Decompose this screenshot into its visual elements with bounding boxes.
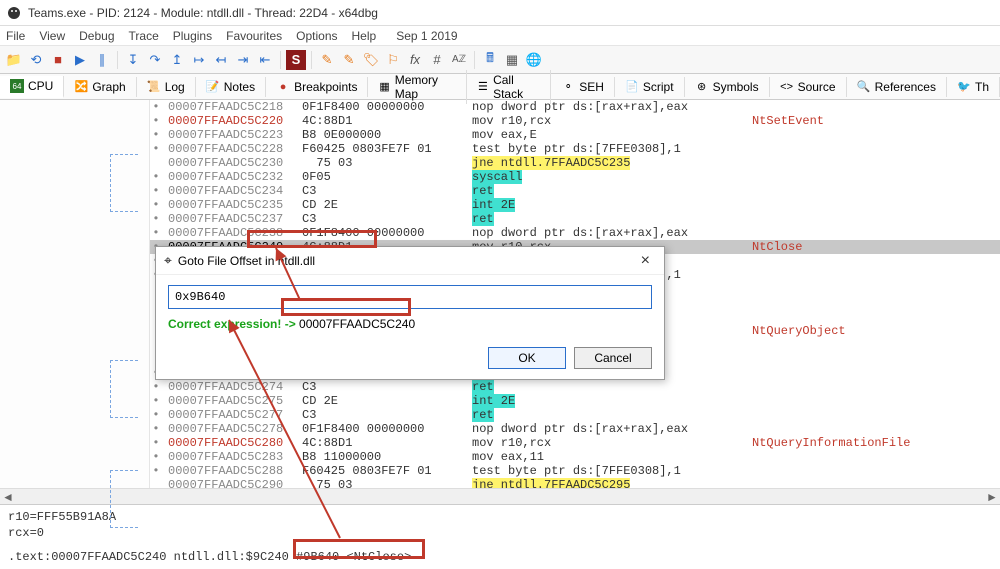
az-icon[interactable]: Aℤ — [449, 50, 469, 70]
window-title: Teams.exe - PID: 2124 - Module: ntdll.dl… — [28, 6, 378, 20]
tab-seh[interactable]: ⚬SEH — [551, 77, 615, 97]
tab-log[interactable]: 📜Log — [137, 77, 196, 97]
menu-view[interactable]: View — [39, 29, 65, 43]
title-bar: Teams.exe - PID: 2124 - Module: ntdll.dl… — [0, 0, 1000, 26]
separator — [280, 51, 281, 69]
patch-icon[interactable]: ✎ — [317, 50, 337, 70]
cancel-button[interactable]: Cancel — [574, 347, 652, 369]
separator — [474, 51, 475, 69]
bookmark-icon[interactable]: ⚐ — [383, 50, 403, 70]
menu-file[interactable]: File — [6, 29, 25, 43]
disasm-row[interactable]: •00007FFAADC5C275CD 2Eint 2E — [150, 394, 1000, 408]
disasm-row[interactable]: •00007FFAADC5C2804C:88D1mov r10,rcxNtQue… — [150, 436, 1000, 450]
tab-call-stack[interactable]: ☰Call Stack — [467, 70, 551, 104]
globe-icon[interactable]: 🌐 — [524, 50, 544, 70]
step-icon[interactable]: ↦ — [189, 50, 209, 70]
menu-help[interactable]: Help — [352, 29, 377, 43]
stop-icon[interactable]: ■ — [48, 50, 68, 70]
info-line-1: r10=FFF55B91A8A — [8, 509, 992, 525]
tab-cpu[interactable]: 64CPU — [0, 76, 64, 98]
menu-trace[interactable]: Trace — [129, 29, 159, 43]
disasm-row[interactable]: •00007FFAADC5C2780F1F8400 00000000nop dw… — [150, 422, 1000, 436]
disasm-row[interactable]: •00007FFAADC5C283B8 11000000mov eax,11 — [150, 450, 1000, 464]
menu-debug[interactable]: Debug — [79, 29, 114, 43]
info-line-3: .text:00007FFAADC5C240 ntdll.dll:$9C240 … — [8, 549, 992, 565]
disasm-row[interactable]: •00007FFAADC5C2320F05syscall — [150, 170, 1000, 184]
script-icon[interactable]: S — [286, 50, 306, 70]
menu-plugins[interactable]: Plugins — [173, 29, 212, 43]
run-icon[interactable]: ▶ — [70, 50, 90, 70]
disasm-row[interactable]: •00007FFAADC5C235CD 2Eint 2E — [150, 198, 1000, 212]
menu-options[interactable]: Options — [296, 29, 337, 43]
tab-breakpoints[interactable]: ●Breakpoints — [266, 77, 368, 97]
disasm-row[interactable]: •00007FFAADC5C274C3ret — [150, 380, 1000, 394]
disasm-row[interactable]: •00007FFAADC5C2180F1F8400 00000000nop dw… — [150, 100, 1000, 114]
tab-graph[interactable]: 🔀Graph — [64, 77, 136, 97]
disasm-row[interactable]: 00007FFAADC5C230 75 03jne ntdll.7FFAADC5… — [150, 156, 1000, 170]
step3-icon[interactable]: ⇥ — [233, 50, 253, 70]
disasm-row[interactable]: •00007FFAADC5C234C3ret — [150, 184, 1000, 198]
settings-icon[interactable]: ▦ — [502, 50, 522, 70]
goto-file-offset-dialog: ⌖ Goto File Offset in ntdll.dll × Correc… — [155, 246, 665, 380]
step-over-icon[interactable]: ↷ — [145, 50, 165, 70]
tab-source[interactable]: <>Source — [770, 77, 847, 97]
scroll-right-icon[interactable]: ► — [984, 490, 1000, 504]
calc-icon[interactable]: 🖩 — [480, 50, 500, 70]
close-icon[interactable]: × — [635, 252, 656, 270]
open-icon[interactable]: 📁 — [4, 50, 24, 70]
offset-input[interactable] — [168, 285, 652, 309]
separator — [117, 51, 118, 69]
menu-date: Sep 1 2019 — [396, 29, 457, 43]
gutter — [0, 100, 150, 488]
disasm-row[interactable]: •00007FFAADC5C2204C:88D1mov r10,rcxNtSet… — [150, 114, 1000, 128]
dialog-title: Goto File Offset in ntdll.dll — [178, 254, 315, 268]
tab-symbols[interactable]: ⊛Symbols — [685, 77, 770, 97]
label-icon[interactable]: 🏷 — [361, 50, 381, 70]
dialog-status: Correct expression! -> 00007FFAADC5C240 — [168, 317, 652, 331]
target-icon: ⌖ — [164, 252, 172, 269]
horizontal-scrollbar[interactable]: ◄ ► — [0, 488, 1000, 504]
step4-icon[interactable]: ⇤ — [255, 50, 275, 70]
hash-icon[interactable]: # — [427, 50, 447, 70]
app-icon — [6, 5, 22, 21]
info-line-2: rcx=0 — [8, 525, 992, 541]
tab-threads[interactable]: 🐦Th — [947, 77, 1000, 97]
step-into-icon[interactable]: ↧ — [123, 50, 143, 70]
restart-icon[interactable]: ⟲ — [26, 50, 46, 70]
dialog-title-bar[interactable]: ⌖ Goto File Offset in ntdll.dll × — [156, 247, 664, 275]
comment-icon[interactable]: ✎ — [339, 50, 359, 70]
separator — [311, 51, 312, 69]
tab-notes[interactable]: 📝Notes — [196, 77, 266, 97]
step-out-icon[interactable]: ↥ — [167, 50, 187, 70]
info-bar: r10=FFF55B91A8A rcx=0 .text:00007FFAADC5… — [0, 504, 1000, 569]
tab-memory-map[interactable]: ▦Memory Map — [368, 70, 466, 104]
disasm-row[interactable]: •00007FFAADC5C223B8 0E000000mov eax,E — [150, 128, 1000, 142]
menu-bar: File View Debug Trace Plugins Favourites… — [0, 26, 1000, 46]
disasm-row[interactable]: •00007FFAADC5C277C3ret — [150, 408, 1000, 422]
pause-icon[interactable]: ∥ — [92, 50, 112, 70]
step2-icon[interactable]: ↤ — [211, 50, 231, 70]
fx-icon[interactable]: fx — [405, 50, 425, 70]
disasm-row[interactable]: •00007FFAADC5C237C3ret — [150, 212, 1000, 226]
tab-bar: 64CPU 🔀Graph 📜Log 📝Notes ●Breakpoints ▦M… — [0, 74, 1000, 100]
disasm-row[interactable]: 00007FFAADC5C290 75 03jne ntdll.7FFAADC5… — [150, 478, 1000, 488]
ok-button[interactable]: OK — [488, 347, 566, 369]
disasm-row[interactable]: •00007FFAADC5C228F60425 0803FE7F 01test … — [150, 142, 1000, 156]
disasm-row[interactable]: •00007FFAADC5C288F60425 0803FE7F 01test … — [150, 464, 1000, 478]
scroll-left-icon[interactable]: ◄ — [0, 490, 16, 504]
tab-references[interactable]: 🔍References — [847, 77, 947, 97]
menu-favourites[interactable]: Favourites — [226, 29, 282, 43]
disasm-row[interactable]: •00007FFAADC5C2380F1F8400 00000000nop dw… — [150, 226, 1000, 240]
tab-script[interactable]: 📄Script — [615, 77, 685, 97]
